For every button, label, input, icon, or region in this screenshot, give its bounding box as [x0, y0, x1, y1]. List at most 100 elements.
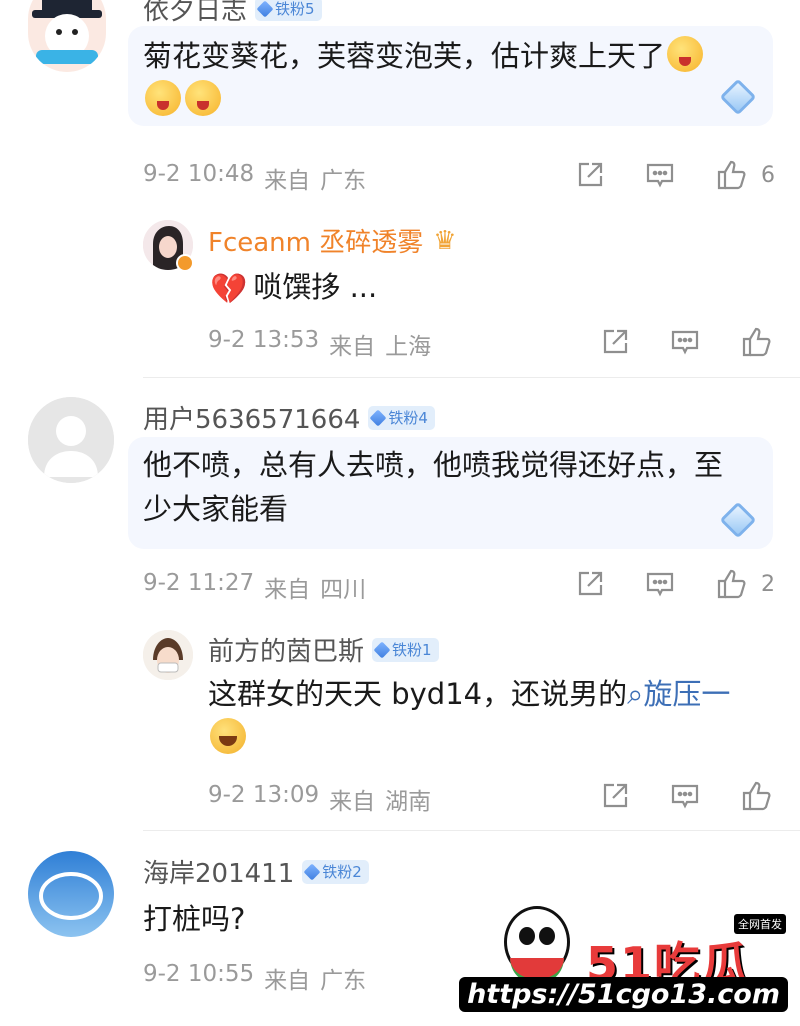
reply-time: 9-2 13:09	[208, 782, 320, 808]
reply-text: 这群女的天天 byd14，还说男的⌕旋压一	[208, 672, 768, 760]
comment-button[interactable]	[645, 160, 675, 190]
reply-meta: 9-2 13:53 来自 上海	[208, 327, 431, 361]
reply-text-body: 唢馔拸 ...	[253, 270, 378, 304]
avatar[interactable]	[28, 397, 114, 483]
comment-button[interactable]	[670, 781, 700, 811]
reply-avatar[interactable]	[143, 630, 193, 680]
diamond-icon	[256, 0, 274, 17]
comment-time: 9-2 11:27	[143, 570, 255, 596]
diamond-icon	[373, 641, 391, 658]
like-button[interactable]	[740, 325, 774, 359]
location-prefix: 来自	[264, 577, 311, 603]
location-prefix: 来自	[329, 334, 376, 360]
fan-badge: 铁粉4	[368, 405, 435, 430]
like-button[interactable]: 6	[715, 158, 775, 192]
username-line: 用户5636571664 铁粉4	[143, 399, 435, 436]
comment-icon	[646, 163, 674, 188]
comment-meta: 9-2 11:27 来自 四川	[143, 570, 366, 604]
fan-badge-label: 铁粉4	[388, 409, 428, 427]
search-link-text: 旋压一	[643, 677, 731, 711]
username-line: 依夕日志 铁粉5	[143, 0, 322, 27]
like-count: 2	[761, 571, 775, 597]
avatar[interactable]	[28, 851, 114, 937]
share-icon	[578, 571, 603, 596]
like-icon	[742, 781, 771, 811]
broken-heart-icon: 💔	[210, 272, 248, 307]
verified-icon	[176, 254, 194, 272]
comment-text: 他不喷，总有人去喷，他喷我觉得还好点，至 少大家能看	[143, 443, 763, 531]
watermark-tag: 全网首发	[734, 914, 786, 934]
fan-badge: 铁粉1	[372, 637, 439, 662]
share-button[interactable]	[575, 569, 605, 599]
comment-meta: 9-2 10:55 来自 广东	[143, 961, 366, 995]
search-icon: ⌕	[627, 677, 644, 711]
comment-icon	[671, 330, 699, 355]
share-button[interactable]	[600, 327, 630, 357]
share-icon	[603, 329, 628, 354]
location-prefix: 来自	[264, 968, 311, 994]
comment-text-body: 打桩吗?	[143, 902, 246, 936]
comment-button[interactable]	[670, 327, 700, 357]
diamond-icon	[369, 409, 387, 426]
reply-actions	[600, 325, 774, 359]
like-button[interactable]: 2	[715, 567, 775, 601]
fan-badge-label: 铁粉5	[275, 0, 315, 18]
share-button[interactable]	[575, 160, 605, 190]
avatar[interactable]	[28, 0, 106, 72]
reply-text-body: 这群女的天天 byd14，还说男的	[208, 677, 628, 711]
username[interactable]: 海岸201411	[143, 853, 294, 890]
location-prefix: 来自	[329, 789, 376, 815]
comment-location: 四川	[320, 577, 367, 603]
comment-time: 9-2 10:48	[143, 161, 255, 187]
reply-actions	[600, 779, 774, 813]
comment-location: 广东	[320, 168, 367, 194]
reply-meta: 9-2 13:09 来自 湖南	[208, 782, 431, 816]
reply-username[interactable]: Fceanm 丞碎透雾	[208, 222, 423, 259]
comment-meta: 9-2 10:48 来自 广东	[143, 161, 366, 195]
comment-text-line: 他不喷，总有人去喷，他喷我觉得还好点，至	[143, 448, 724, 482]
username[interactable]: 用户5636571664	[143, 399, 360, 436]
location-prefix: 来自	[264, 168, 311, 194]
fan-badge-label: 铁粉1	[392, 641, 432, 659]
reply-text: 💔 唢馔拸 ...	[210, 265, 377, 312]
username[interactable]: 依夕日志	[143, 0, 247, 27]
fan-badge: 铁粉5	[255, 0, 322, 21]
reply-username-line: 前方的茵巴斯 铁粉1	[208, 631, 439, 668]
divider	[143, 830, 800, 831]
emoji-icon	[185, 80, 221, 116]
comment-button[interactable]	[645, 569, 675, 599]
emoji-icon	[667, 36, 704, 72]
watermark-url: https://51cgo13.com	[459, 977, 788, 1012]
comment-text-body: 菊花变葵花，芙蓉变泡芙，估计爽上天了	[143, 39, 666, 73]
reply-time: 9-2 13:53	[208, 327, 320, 353]
laughing-emoji-icon	[210, 718, 246, 754]
comment-text-line: 少大家能看	[143, 492, 289, 526]
emoji-icon	[145, 80, 181, 116]
share-icon	[603, 783, 628, 808]
share-icon	[578, 162, 603, 187]
like-count: 6	[761, 162, 775, 188]
comment-time: 9-2 10:55	[143, 961, 255, 987]
fan-badge-label: 铁粉2	[322, 863, 362, 881]
crown-icon: ♛	[433, 225, 457, 256]
username-line: 海岸201411 铁粉2	[143, 853, 369, 890]
like-button[interactable]	[740, 779, 774, 813]
divider	[143, 377, 800, 378]
comment-text: 打桩吗?	[143, 897, 245, 941]
comment-icon	[671, 784, 699, 809]
share-button[interactable]	[600, 781, 630, 811]
fan-badge: 铁粉2	[302, 859, 369, 884]
diamond-icon	[303, 863, 321, 880]
like-icon	[717, 569, 746, 599]
reply-location: 湖南	[385, 789, 432, 815]
reply-username-line: Fceanm 丞碎透雾 ♛	[208, 222, 457, 259]
reply-location: 上海	[385, 334, 432, 360]
comment-icon	[646, 572, 674, 597]
comment-actions: 2	[575, 567, 775, 601]
search-link[interactable]: ⌕旋压一	[627, 677, 730, 711]
site-watermark: 51吃瓜 全网首发 https://51cgo13.com	[459, 906, 790, 1016]
comment-text: 菊花变葵花，芙蓉变泡芙，估计爽上天了	[143, 34, 763, 122]
reply-username[interactable]: 前方的茵巴斯	[208, 631, 364, 668]
comment-actions: 6	[575, 158, 775, 192]
comment-location: 广东	[320, 968, 367, 994]
